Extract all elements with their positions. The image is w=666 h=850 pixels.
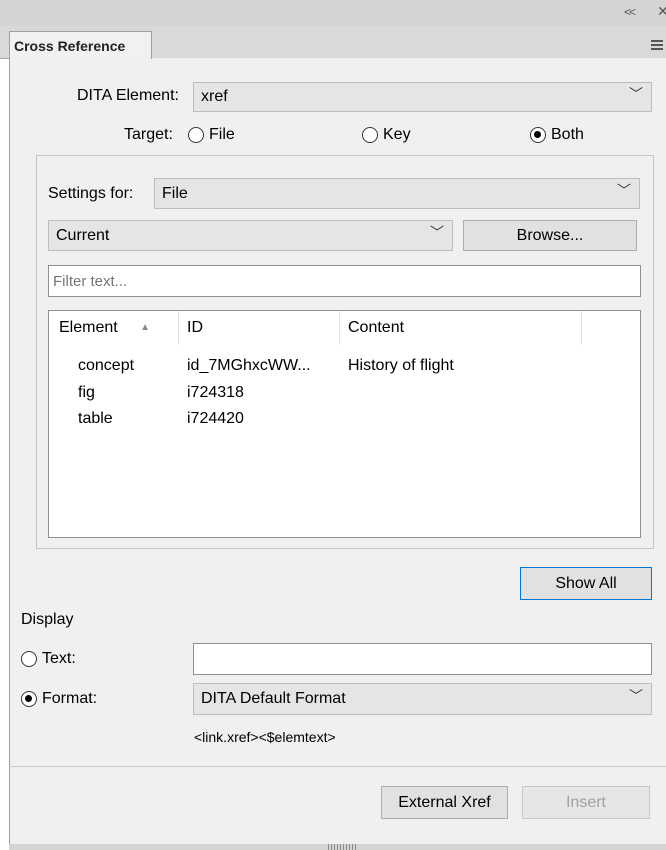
settings-for-label: Settings for:: [48, 185, 134, 202]
target-file-radio[interactable]: [188, 127, 204, 143]
table-row-element[interactable]: table: [78, 410, 113, 428]
column-header-element[interactable]: Element ▲: [59, 311, 150, 341]
target-label: Target:: [124, 126, 173, 143]
format-preview: <link.xref><$elemtext>: [194, 729, 336, 745]
display-text-radio[interactable]: [21, 651, 37, 667]
show-all-button[interactable]: Show All: [520, 567, 652, 600]
settings-for-select[interactable]: File ﹀: [154, 178, 640, 209]
display-section-title: Display: [21, 611, 74, 628]
target-key-radio[interactable]: [362, 127, 378, 143]
chevron-down-icon: ﹀: [430, 224, 444, 241]
settings-for-value: File: [162, 185, 188, 202]
external-xref-button[interactable]: External Xref: [381, 786, 508, 819]
column-divider[interactable]: [339, 311, 340, 345]
target-both-label[interactable]: Both: [551, 126, 584, 144]
dita-element-value: xref: [201, 88, 228, 105]
table-row-id[interactable]: i724420: [187, 410, 244, 428]
target-file-label[interactable]: File: [209, 126, 235, 144]
panel-title-bar: [0, 0, 666, 27]
collapse-panel-icon[interactable]: <<: [624, 5, 636, 19]
column-header-id[interactable]: ID: [187, 311, 203, 341]
format-value: DITA Default Format: [201, 690, 346, 707]
display-format-radio[interactable]: [21, 691, 37, 707]
format-select[interactable]: DITA Default Format ﹀: [193, 683, 652, 715]
display-format-label[interactable]: Format:: [42, 690, 97, 708]
chevron-down-icon: ﹀: [617, 182, 631, 199]
browse-button[interactable]: Browse...: [463, 220, 637, 251]
tab-cross-reference[interactable]: Cross Reference: [9, 31, 152, 59]
dita-element-select[interactable]: xref ﹀: [193, 82, 652, 112]
column-divider[interactable]: [178, 311, 179, 345]
close-icon[interactable]: ✕: [657, 3, 666, 20]
resize-grip-icon[interactable]: [328, 844, 358, 850]
column-header-content[interactable]: Content: [348, 311, 404, 341]
target-key-label[interactable]: Key: [383, 126, 411, 144]
reference-list[interactable]: Element ▲ ID Content concept id_7MGhxcWW…: [48, 310, 641, 538]
sort-ascending-icon: ▲: [140, 322, 151, 333]
table-row-id[interactable]: id_7MGhxcWW...: [187, 357, 311, 375]
table-row-element[interactable]: fig: [78, 384, 95, 402]
column-divider[interactable]: [581, 311, 582, 345]
insert-button[interactable]: Insert: [522, 786, 650, 819]
chevron-down-icon: ﹀: [629, 688, 643, 704]
dita-element-label: DITA Element:: [77, 87, 179, 104]
display-text-label[interactable]: Text:: [42, 650, 76, 668]
table-row-content[interactable]: History of flight: [348, 357, 454, 375]
filter-text-input[interactable]: [48, 265, 641, 297]
target-both-radio[interactable]: [530, 127, 546, 143]
chevron-down-icon: ﹀: [629, 86, 643, 103]
scope-value: Current: [56, 227, 110, 244]
scope-select[interactable]: Current ﹀: [48, 220, 453, 251]
divider: [9, 766, 666, 767]
display-text-input[interactable]: [193, 643, 652, 675]
table-row-id[interactable]: i724318: [187, 384, 244, 402]
panel-menu-icon[interactable]: [651, 40, 663, 52]
table-row-element[interactable]: concept: [78, 357, 134, 375]
